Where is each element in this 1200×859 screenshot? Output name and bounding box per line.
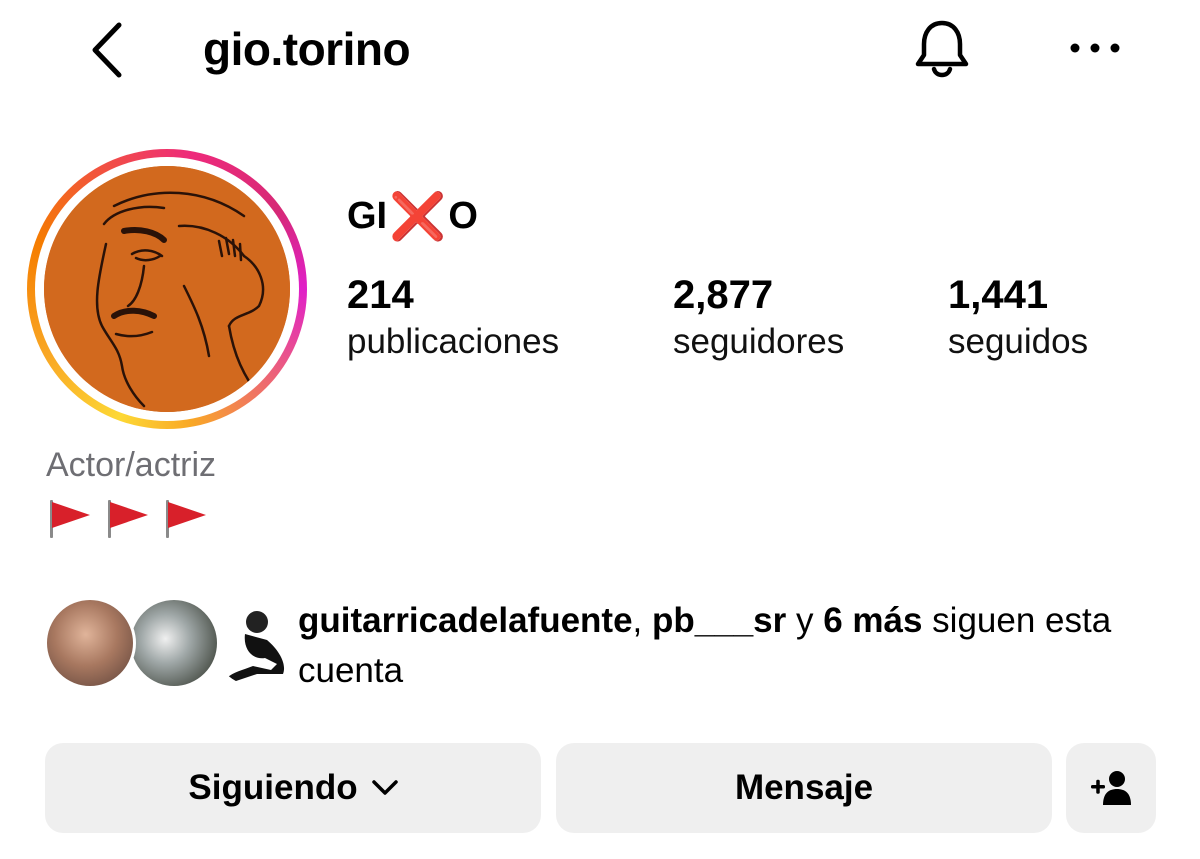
profile-bio (46, 496, 208, 540)
profile-display-name: GI ❌ O (347, 193, 478, 239)
stat-posts-value: 214 (347, 273, 414, 317)
message-button[interactable]: Mensaje (556, 743, 1052, 833)
back-button[interactable] (82, 20, 132, 80)
chevron-left-icon (92, 22, 122, 78)
more-horizontal-icon (1070, 43, 1120, 53)
mutual-followers-text[interactable]: guitarricadelafuente, pb___sr y 6 más si… (298, 596, 1168, 696)
stat-following[interactable]: 1,441 seguidos (948, 272, 1088, 366)
suggested-users-button[interactable] (1066, 743, 1156, 833)
stat-followers-label: seguidores (673, 322, 845, 361)
display-name-part-left: GI (347, 194, 388, 237)
top-bar: gio.torino (0, 0, 1200, 100)
stat-posts[interactable]: 214 publicaciones (347, 272, 559, 366)
profile-avatar-story-ring[interactable] (27, 149, 307, 429)
avatar (44, 597, 136, 689)
red-flag-icon (46, 496, 92, 540)
mutual-followers-avatars[interactable] (44, 597, 302, 691)
following-button-label: Siguiendo (188, 768, 358, 807)
mutual-user-link[interactable]: pb___sr (652, 601, 786, 640)
more-options-button[interactable] (1060, 28, 1130, 68)
stat-followers-value: 2,877 (673, 273, 774, 317)
profile-username: gio.torino (203, 23, 411, 75)
stat-posts-label: publicaciones (347, 322, 560, 361)
chevron-down-icon (371, 780, 398, 795)
message-button-label: Mensaje (734, 768, 874, 807)
red-flag-icon (104, 496, 150, 540)
display-name-part-right: O (448, 194, 478, 237)
stat-followers[interactable]: 2,877 seguidores (673, 272, 844, 366)
mutual-user-link[interactable]: guitarricadelafuente (298, 601, 633, 640)
stat-following-value: 1,441 (948, 273, 1049, 317)
red-flag-icon (162, 496, 208, 540)
profile-category: Actor/actriz (46, 446, 217, 484)
add-user-icon (1091, 771, 1131, 805)
mutual-connector: y (786, 601, 824, 640)
sketch-portrait-image (44, 166, 290, 412)
avatar (128, 597, 220, 689)
bell-icon (915, 20, 969, 78)
avatar (210, 597, 302, 689)
mutual-separator: , (632, 601, 652, 640)
mutual-more-count[interactable]: 6 más (823, 601, 922, 640)
cross-mark-emoji: ❌ (389, 190, 447, 242)
notifications-button[interactable] (906, 16, 978, 82)
stat-following-label: seguidos (948, 322, 1089, 361)
profile-avatar (44, 166, 290, 412)
following-button[interactable]: Siguiendo (45, 743, 541, 833)
